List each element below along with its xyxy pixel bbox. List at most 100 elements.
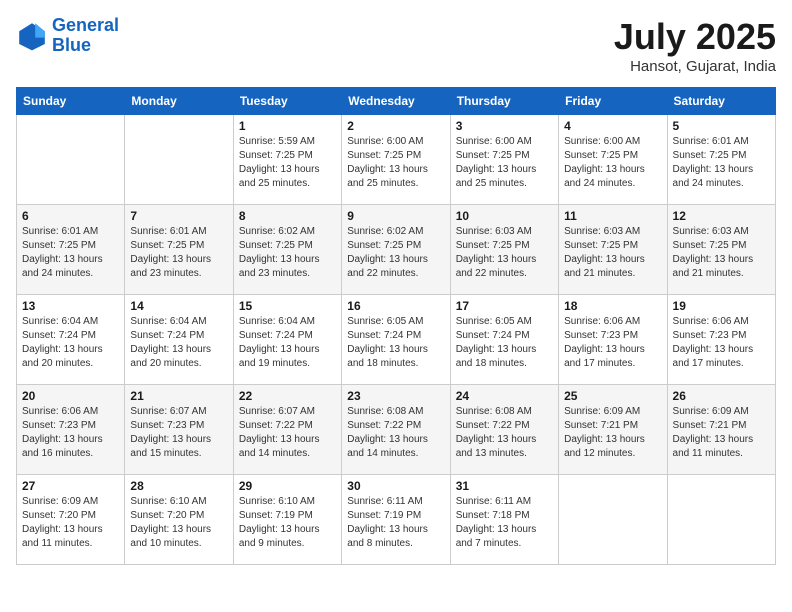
- day-detail: Sunrise: 6:04 AM Sunset: 7:24 PM Dayligh…: [239, 315, 336, 371]
- day-detail: Sunrise: 6:08 AM Sunset: 7:22 PM Dayligh…: [347, 405, 444, 461]
- column-header-wednesday: Wednesday: [342, 88, 450, 115]
- calendar-cell: 1 Sunrise: 5:59 AM Sunset: 7:25 PM Daylig…: [233, 115, 341, 205]
- day-detail: Sunrise: 6:01 AM Sunset: 7:25 PM Dayligh…: [673, 135, 770, 191]
- calendar-cell: 12Sunrise: 6:03 AM Sunset: 7:25 PM Dayli…: [667, 205, 775, 295]
- day-number: 9: [347, 209, 444, 223]
- day-number: 12: [673, 209, 770, 223]
- calendar-cell: 14 Sunrise: 6:04 AM Sunset: 7:24 PM Dayli…: [125, 295, 233, 385]
- logo-text: General Blue: [52, 16, 119, 56]
- day-number: 23: [347, 389, 444, 403]
- calendar-cell: 16 Sunrise: 6:05 AM Sunset: 7:24 PM Dayli…: [342, 295, 450, 385]
- calendar-week-row: 1 Sunrise: 5:59 AM Sunset: 7:25 PM Daylig…: [17, 115, 776, 205]
- day-detail: Sunrise: 6:02 AM Sunset: 7:25 PM Dayligh…: [347, 225, 444, 281]
- calendar-cell: 11 Sunrise: 6:03 AM Sunset: 7:25 PM Dayli…: [559, 205, 667, 295]
- day-detail: Sunrise: 6:03 AM Sunset: 7:25 PM Dayligh…: [456, 225, 553, 281]
- day-detail: Sunrise: 6:00 AM Sunset: 7:25 PM Dayligh…: [347, 135, 444, 191]
- calendar-header-row: SundayMondayTuesdayWednesdayThursdayFrid…: [17, 88, 776, 115]
- day-detail: Sunrise: 6:07 AM Sunset: 7:23 PM Dayligh…: [130, 405, 227, 461]
- day-number: 6: [22, 209, 119, 223]
- day-detail: Sunrise: 6:10 AM Sunset: 7:19 PM Dayligh…: [239, 495, 336, 551]
- column-header-tuesday: Tuesday: [233, 88, 341, 115]
- calendar-cell: [559, 475, 667, 565]
- day-detail: Sunrise: 6:00 AM Sunset: 7:25 PM Dayligh…: [564, 135, 661, 191]
- day-detail: Sunrise: 6:01 AM Sunset: 7:25 PM Dayligh…: [22, 225, 119, 281]
- calendar-table: SundayMondayTuesdayWednesdayThursdayFrid…: [16, 87, 776, 565]
- day-number: 1: [239, 119, 336, 133]
- day-number: 24: [456, 389, 553, 403]
- day-detail: Sunrise: 6:11 AM Sunset: 7:19 PM Dayligh…: [347, 495, 444, 551]
- day-number: 21: [130, 389, 227, 403]
- column-header-sunday: Sunday: [17, 88, 125, 115]
- day-detail: Sunrise: 6:06 AM Sunset: 7:23 PM Dayligh…: [673, 315, 770, 371]
- day-detail: Sunrise: 6:10 AM Sunset: 7:20 PM Dayligh…: [130, 495, 227, 551]
- column-header-friday: Friday: [559, 88, 667, 115]
- calendar-cell: 24Sunrise: 6:08 AM Sunset: 7:22 PM Dayli…: [450, 385, 558, 475]
- calendar-cell: 6 Sunrise: 6:01 AM Sunset: 7:25 PM Daylig…: [17, 205, 125, 295]
- day-detail: Sunrise: 6:09 AM Sunset: 7:20 PM Dayligh…: [22, 495, 119, 551]
- day-number: 20: [22, 389, 119, 403]
- day-number: 13: [22, 299, 119, 313]
- column-header-thursday: Thursday: [450, 88, 558, 115]
- day-number: 16: [347, 299, 444, 313]
- day-number: 4: [564, 119, 661, 133]
- calendar-week-row: 20 Sunrise: 6:06 AM Sunset: 7:23 PM Dayli…: [17, 385, 776, 475]
- calendar-cell: 22 Sunrise: 6:07 AM Sunset: 7:22 PM Dayli…: [233, 385, 341, 475]
- day-detail: Sunrise: 6:09 AM Sunset: 7:21 PM Dayligh…: [673, 405, 770, 461]
- calendar-cell: 31Sunrise: 6:11 AM Sunset: 7:18 PM Dayli…: [450, 475, 558, 565]
- location: Hansot, Gujarat, India: [614, 58, 776, 75]
- day-detail: Sunrise: 6:04 AM Sunset: 7:24 PM Dayligh…: [22, 315, 119, 371]
- day-number: 15: [239, 299, 336, 313]
- day-detail: Sunrise: 5:59 AM Sunset: 7:25 PM Dayligh…: [239, 135, 336, 191]
- day-number: 29: [239, 479, 336, 493]
- day-detail: Sunrise: 6:05 AM Sunset: 7:24 PM Dayligh…: [347, 315, 444, 371]
- calendar-cell: 17 Sunrise: 6:05 AM Sunset: 7:24 PM Dayli…: [450, 295, 558, 385]
- calendar-cell: 30 Sunrise: 6:11 AM Sunset: 7:19 PM Dayli…: [342, 475, 450, 565]
- calendar-week-row: 13 Sunrise: 6:04 AM Sunset: 7:24 PM Dayli…: [17, 295, 776, 385]
- calendar-cell: 5 Sunrise: 6:01 AM Sunset: 7:25 PM Daylig…: [667, 115, 775, 205]
- page-header: General Blue July 2025 Hansot, Gujarat, …: [16, 16, 776, 75]
- day-detail: Sunrise: 6:05 AM Sunset: 7:24 PM Dayligh…: [456, 315, 553, 371]
- day-number: 28: [130, 479, 227, 493]
- column-header-monday: Monday: [125, 88, 233, 115]
- day-detail: Sunrise: 6:06 AM Sunset: 7:23 PM Dayligh…: [564, 315, 661, 371]
- day-number: 3: [456, 119, 553, 133]
- calendar-cell: [667, 475, 775, 565]
- calendar-cell: 7 Sunrise: 6:01 AM Sunset: 7:25 PM Daylig…: [125, 205, 233, 295]
- calendar-cell: 15 Sunrise: 6:04 AM Sunset: 7:24 PM Dayli…: [233, 295, 341, 385]
- calendar-cell: 10Sunrise: 6:03 AM Sunset: 7:25 PM Dayli…: [450, 205, 558, 295]
- day-number: 7: [130, 209, 227, 223]
- calendar-cell: 27 Sunrise: 6:09 AM Sunset: 7:20 PM Dayli…: [17, 475, 125, 565]
- day-detail: Sunrise: 6:03 AM Sunset: 7:25 PM Dayligh…: [564, 225, 661, 281]
- calendar-cell: 21 Sunrise: 6:07 AM Sunset: 7:23 PM Dayli…: [125, 385, 233, 475]
- calendar-cell: 19 Sunrise: 6:06 AM Sunset: 7:23 PM Dayli…: [667, 295, 775, 385]
- day-number: 11: [564, 209, 661, 223]
- day-detail: Sunrise: 6:07 AM Sunset: 7:22 PM Dayligh…: [239, 405, 336, 461]
- day-number: 26: [673, 389, 770, 403]
- day-number: 30: [347, 479, 444, 493]
- logo-icon: [16, 20, 48, 52]
- day-detail: Sunrise: 6:02 AM Sunset: 7:25 PM Dayligh…: [239, 225, 336, 281]
- calendar-cell: [17, 115, 125, 205]
- calendar-cell: [125, 115, 233, 205]
- day-number: 19: [673, 299, 770, 313]
- calendar-cell: 3Sunrise: 6:00 AM Sunset: 7:25 PM Daylig…: [450, 115, 558, 205]
- day-number: 14: [130, 299, 227, 313]
- day-number: 22: [239, 389, 336, 403]
- day-detail: Sunrise: 6:09 AM Sunset: 7:21 PM Dayligh…: [564, 405, 661, 461]
- calendar-cell: 13 Sunrise: 6:04 AM Sunset: 7:24 PM Dayli…: [17, 295, 125, 385]
- day-number: 31: [456, 479, 553, 493]
- calendar-cell: 2Sunrise: 6:00 AM Sunset: 7:25 PM Daylig…: [342, 115, 450, 205]
- day-number: 17: [456, 299, 553, 313]
- day-detail: Sunrise: 6:04 AM Sunset: 7:24 PM Dayligh…: [130, 315, 227, 371]
- logo: General Blue: [16, 16, 119, 56]
- calendar-week-row: 6 Sunrise: 6:01 AM Sunset: 7:25 PM Daylig…: [17, 205, 776, 295]
- day-number: 5: [673, 119, 770, 133]
- calendar-week-row: 27 Sunrise: 6:09 AM Sunset: 7:20 PM Dayli…: [17, 475, 776, 565]
- day-detail: Sunrise: 6:06 AM Sunset: 7:23 PM Dayligh…: [22, 405, 119, 461]
- calendar-cell: 8Sunrise: 6:02 AM Sunset: 7:25 PM Daylig…: [233, 205, 341, 295]
- column-header-saturday: Saturday: [667, 88, 775, 115]
- day-detail: Sunrise: 6:01 AM Sunset: 7:25 PM Dayligh…: [130, 225, 227, 281]
- calendar-cell: 29 Sunrise: 6:10 AM Sunset: 7:19 PM Dayli…: [233, 475, 341, 565]
- month-year: July 2025: [614, 16, 776, 58]
- day-number: 27: [22, 479, 119, 493]
